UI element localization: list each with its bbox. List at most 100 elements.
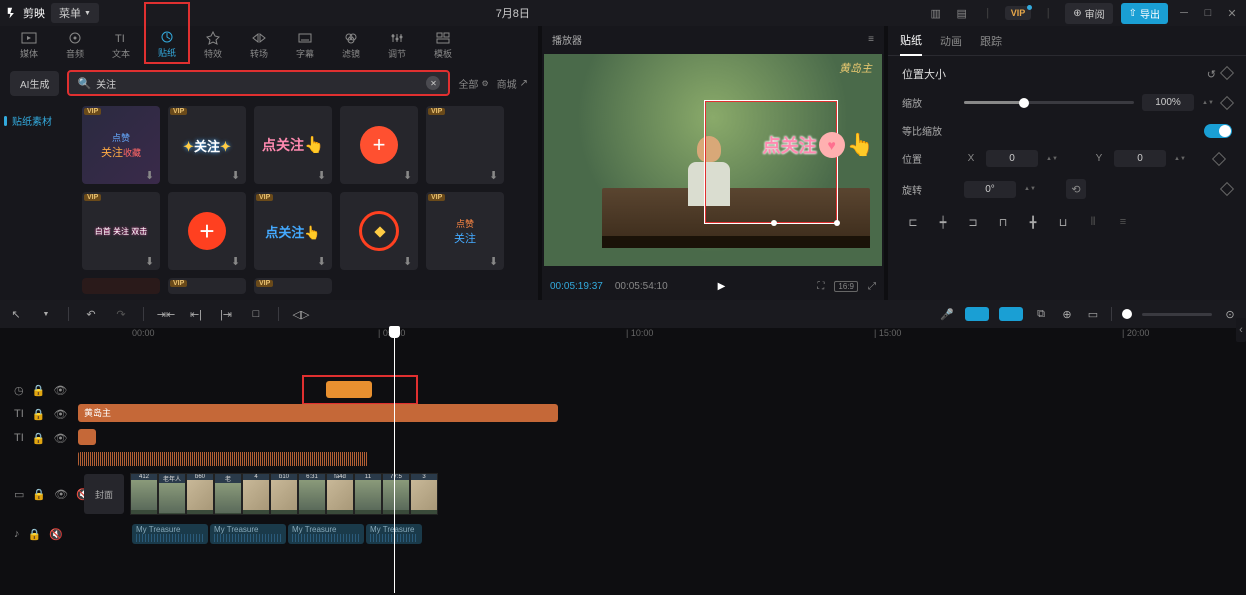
category-sticker-material[interactable]: 贴纸素材 — [4, 108, 74, 133]
layout-icon-2[interactable]: ▤ — [953, 4, 971, 22]
vip-badge[interactable]: VIP — [1005, 6, 1032, 20]
download-icon[interactable]: ⬇ — [231, 169, 243, 181]
lock-icon[interactable]: 🔒 — [28, 528, 42, 541]
flip-button[interactable]: ⟲ — [1066, 179, 1086, 199]
keyframe-icon[interactable] — [1212, 151, 1226, 165]
crop-icon[interactable]: ⛶ — [817, 281, 824, 292]
video-track-icon[interactable]: ▭ — [14, 488, 24, 501]
time-ruler[interactable]: 00:00 | 05:00 | 10:00 | 15:00 | 20:00 — [130, 328, 1246, 346]
undo-button[interactable]: ↶ — [83, 306, 99, 322]
scale-stepper[interactable]: ▲▼ — [1202, 100, 1214, 106]
keyframe-icon[interactable] — [1220, 182, 1234, 196]
download-icon[interactable]: ⬇ — [317, 169, 329, 181]
review-button[interactable]: ⊕ 审阅 — [1065, 3, 1112, 24]
align-top[interactable]: ⊓ — [992, 213, 1014, 231]
delete-tool[interactable]: □ — [248, 306, 264, 322]
redo-button[interactable]: ↷ — [113, 306, 129, 322]
download-icon[interactable]: ⬇ — [403, 255, 415, 267]
music-clip[interactable]: My Treasure — [132, 524, 208, 544]
music-track-icon[interactable]: ♪ — [14, 528, 20, 540]
lock-icon[interactable]: 🔒 — [32, 384, 46, 397]
sticker-item[interactable]: ⬇ — [340, 192, 418, 270]
filter-all[interactable]: 全部 ⚙ — [458, 76, 488, 91]
props-tab-sticker[interactable]: 贴纸 — [900, 26, 922, 56]
panel-expand[interactable]: ‹ — [1236, 318, 1246, 342]
music-clip[interactable]: My Treasure — [288, 524, 364, 544]
text-track-icon[interactable]: TI — [14, 408, 24, 420]
mic-icon[interactable]: 🎤 — [939, 306, 955, 322]
tab-sticker[interactable]: 贴纸 — [144, 2, 190, 64]
sticker-item[interactable]: VIP点关注👆⬇ — [254, 192, 332, 270]
audio-waveform[interactable] — [78, 452, 368, 466]
clear-search-button[interactable]: ✕ — [426, 76, 440, 90]
clock-icon[interactable]: ◷ — [14, 384, 24, 397]
text-clip[interactable] — [78, 429, 96, 445]
mute-icon[interactable]: 🔇 — [49, 528, 63, 541]
lock-icon[interactable]: 🔒 — [32, 432, 46, 445]
sticker-item[interactable]: 点关注👆⬇ — [254, 106, 332, 184]
props-tab-tracking[interactable]: 跟踪 — [980, 27, 1002, 55]
link-icon[interactable]: ⧉ — [1033, 306, 1049, 322]
sticker-item[interactable]: +⬇ — [340, 106, 418, 184]
minimize-button[interactable]: ─ — [1176, 5, 1192, 21]
scale-slider[interactable] — [964, 101, 1134, 104]
sticker-item[interactable]: VIP✦关注✦⬇ — [168, 106, 246, 184]
magnet-aux[interactable] — [999, 307, 1023, 321]
tab-adjust[interactable]: 调节 — [374, 26, 420, 64]
play-button[interactable]: ▶ — [718, 281, 726, 292]
download-icon[interactable]: ⬇ — [489, 169, 501, 181]
tab-text[interactable]: TI文本 — [98, 26, 144, 64]
download-icon[interactable]: ⬇ — [231, 255, 243, 267]
download-icon[interactable]: ⬇ — [145, 169, 157, 181]
player-menu-icon[interactable]: ≡ — [868, 34, 874, 45]
download-icon[interactable]: ⬇ — [489, 255, 501, 267]
close-button[interactable]: ✕ — [1224, 5, 1240, 21]
dropdown-arrow[interactable]: ▼ — [38, 306, 54, 322]
scale-value[interactable]: 100% — [1142, 94, 1194, 111]
shop-button[interactable]: 商城 ↗ — [497, 76, 528, 91]
magnet-main[interactable] — [965, 307, 989, 321]
download-icon[interactable]: ⬇ — [403, 169, 415, 181]
position-y[interactable]: 0 — [1114, 150, 1166, 167]
menu-button[interactable]: 菜单 ▼ — [51, 3, 99, 23]
selection-box[interactable] — [704, 100, 838, 224]
align-left[interactable]: ⊏ — [902, 213, 924, 231]
eye-icon[interactable]: 👁 — [53, 408, 67, 421]
tab-template[interactable]: 模板 — [420, 26, 466, 64]
sticker-item[interactable]: VIP白首 关注 双击⬇ — [82, 192, 160, 270]
export-button[interactable]: ⇧ 导出 — [1121, 3, 1168, 24]
tab-effect[interactable]: 特效 — [190, 26, 236, 64]
search-input[interactable] — [96, 78, 421, 89]
split-left[interactable]: ⇤| — [188, 306, 204, 322]
tab-audio[interactable]: 音频 — [52, 26, 98, 64]
lock-icon[interactable]: 🔒 — [32, 488, 46, 501]
text-track-icon[interactable]: TI — [14, 432, 24, 444]
sticker-item[interactable]: VIP — [168, 278, 246, 294]
sticker-item[interactable]: VIP点赞关注收藏⬇ — [82, 106, 160, 184]
sticker-overlay[interactable]: 点关注 👆 — [763, 132, 874, 158]
align-vcenter[interactable]: ╋ — [1022, 213, 1044, 231]
zoom-thumb[interactable] — [1122, 309, 1132, 319]
cover-button[interactable]: 封面 — [84, 474, 124, 514]
align-hcenter[interactable]: ┿ — [932, 213, 954, 231]
sticker-item[interactable]: VIP点赞关注⬇ — [426, 192, 504, 270]
zoom-slider[interactable] — [1142, 313, 1212, 316]
search-box[interactable]: 🔍 ✕ — [67, 70, 450, 96]
align-right[interactable]: ⊐ — [962, 213, 984, 231]
lock-icon[interactable]: 🔒 — [32, 408, 46, 421]
fullscreen-icon[interactable]: ⤢ — [868, 281, 876, 292]
download-icon[interactable]: ⬇ — [317, 255, 329, 267]
lock-ratio-toggle[interactable] — [1204, 124, 1232, 138]
download-icon[interactable]: ⬇ — [145, 255, 157, 267]
preview-icon[interactable]: ▭ — [1085, 306, 1101, 322]
sticker-item[interactable]: +⬇ — [168, 192, 246, 270]
tab-caption[interactable]: 字幕 — [282, 26, 328, 64]
tab-filter[interactable]: 滤镜 — [328, 26, 374, 64]
reset-icon[interactable]: ↺ — [1207, 68, 1216, 81]
aspect-ratio[interactable]: 16:9 — [834, 281, 858, 292]
snap-icon[interactable]: ⊕ — [1059, 306, 1075, 322]
sticker-item[interactable]: VIP⬇ — [426, 106, 504, 184]
props-tab-animation[interactable]: 动画 — [940, 27, 962, 55]
distribute-v[interactable]: ≡ — [1112, 213, 1134, 231]
maximize-button[interactable]: □ — [1200, 5, 1216, 21]
